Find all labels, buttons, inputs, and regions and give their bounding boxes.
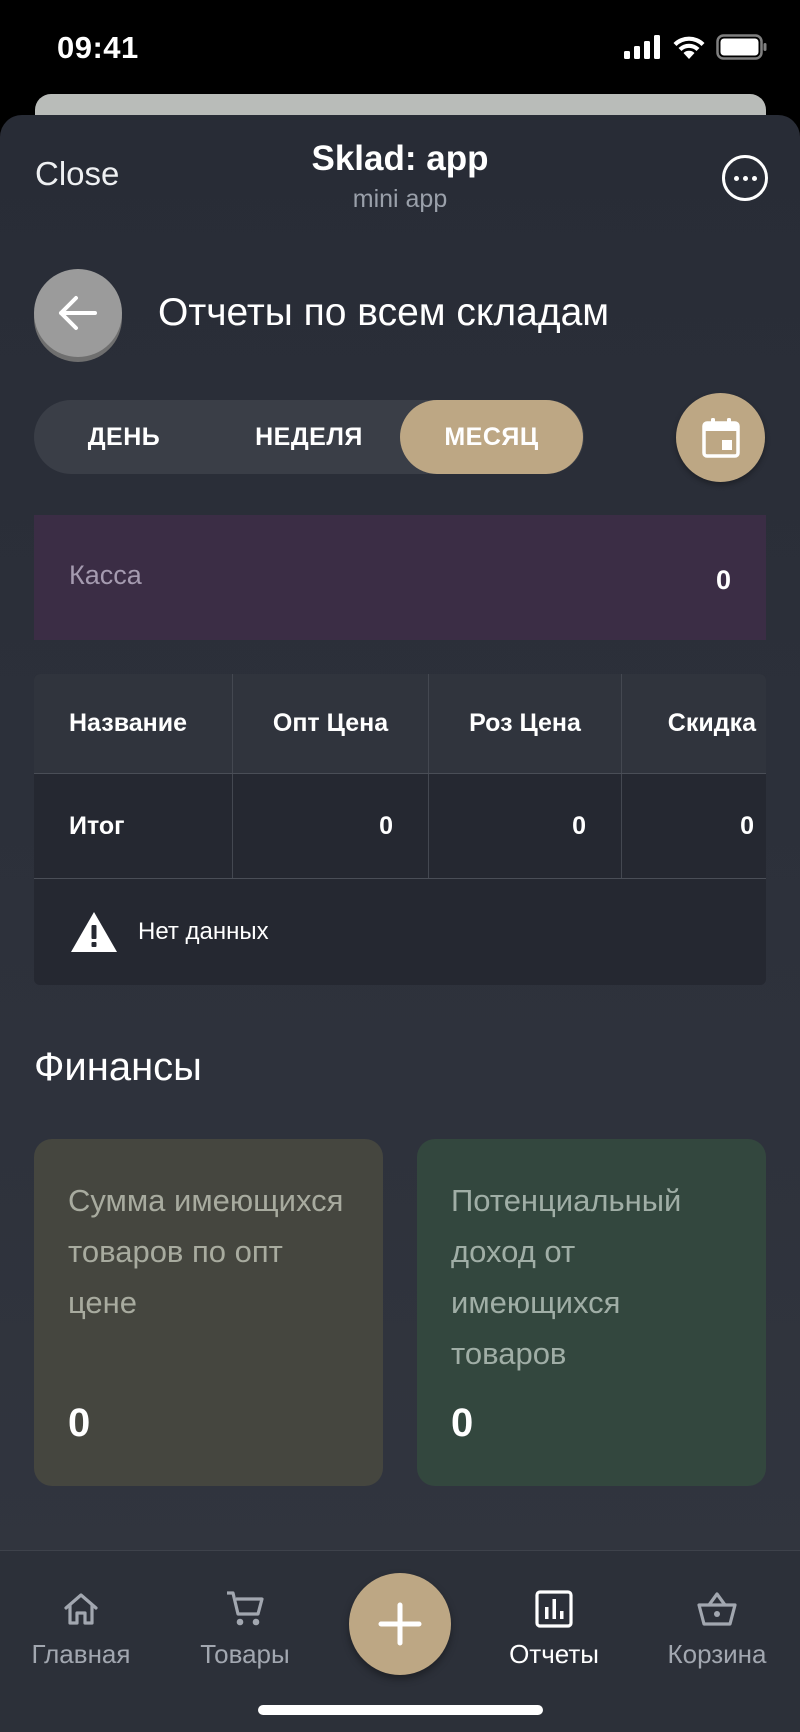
nav-label: Товары bbox=[200, 1639, 290, 1669]
more-dot-icon bbox=[733, 175, 739, 181]
finance-card-label: Потенциальный доход от имеющихся товаров bbox=[451, 1183, 682, 1371]
finance-card-value: 0 bbox=[68, 1401, 91, 1445]
column-header-name[interactable]: Название bbox=[34, 674, 233, 773]
nav-label: Корзина bbox=[667, 1639, 767, 1669]
add-button[interactable] bbox=[349, 1573, 451, 1675]
arrow-left-icon bbox=[59, 296, 97, 330]
nav-label: Отчеты bbox=[509, 1639, 599, 1669]
tab-month[interactable]: МЕСЯЦ bbox=[400, 400, 583, 474]
status-time: 09:41 bbox=[57, 30, 139, 65]
finance-card-potential-income: Потенциальный доход от имеющихся товаров… bbox=[417, 1139, 766, 1486]
nav-item-products[interactable]: Товары bbox=[165, 1587, 325, 1670]
column-header-discount[interactable]: Скидка bbox=[622, 674, 766, 773]
period-segmented-control: ДЕНЬ НЕДЕЛЯ МЕСЯЦ bbox=[34, 400, 584, 474]
wifi-icon bbox=[673, 36, 705, 59]
bar-chart-icon bbox=[535, 1590, 573, 1628]
column-header-wholesale-price[interactable]: Опт Цена bbox=[233, 674, 429, 773]
empty-state-text: Нет данных bbox=[138, 918, 269, 945]
signal-icon bbox=[624, 35, 660, 59]
nav-label: Главная bbox=[31, 1639, 131, 1669]
mini-app-sheet: Close Sklad: app mini app Отчеты по всем… bbox=[0, 115, 800, 1732]
table-header-row: Название Опт Цена Роз Цена Скидка bbox=[34, 674, 766, 774]
more-dot-icon bbox=[742, 175, 748, 181]
nav-item-home[interactable]: Главная bbox=[1, 1587, 161, 1670]
home-icon bbox=[64, 1593, 98, 1625]
report-table: Название Опт Цена Роз Цена Скидка Итог 0… bbox=[34, 674, 766, 985]
kassa-value: 0 bbox=[715, 565, 731, 595]
warning-icon bbox=[71, 912, 117, 952]
page-title: Отчеты по всем складам bbox=[158, 291, 610, 334]
column-header-retail-price[interactable]: Роз Цена bbox=[429, 674, 622, 773]
tab-week[interactable]: НЕДЕЛЯ bbox=[214, 400, 404, 474]
home-indicator bbox=[258, 1705, 543, 1715]
battery-icon bbox=[716, 34, 767, 60]
nav-item-basket[interactable]: Корзина bbox=[637, 1587, 797, 1670]
total-retail: 0 bbox=[429, 774, 622, 878]
nav-item-reports[interactable]: Отчеты bbox=[474, 1587, 634, 1670]
total-wholesale: 0 bbox=[233, 774, 429, 878]
finance-card-label: Сумма имеющихся товаров по опт цене bbox=[68, 1183, 344, 1320]
more-dot-icon bbox=[751, 175, 757, 181]
mini-app-header: Close Sklad: app mini app bbox=[0, 115, 800, 225]
mini-app-title: Sklad: app bbox=[311, 139, 489, 178]
total-discount: 0 bbox=[740, 811, 754, 840]
calendar-icon bbox=[701, 417, 740, 458]
finance-card-wholesale-sum: Сумма имеющихся товаров по опт цене 0 bbox=[34, 1139, 383, 1486]
calendar-button[interactable] bbox=[676, 393, 765, 482]
finance-section-title: Финансы bbox=[34, 1045, 202, 1089]
kassa-card: Касса 0 bbox=[34, 515, 766, 640]
back-button[interactable] bbox=[34, 269, 122, 357]
plus-icon bbox=[378, 1602, 422, 1646]
table-total-row: Итог 0 0 0 bbox=[34, 774, 766, 879]
basket-icon bbox=[697, 1592, 737, 1626]
status-bar: 09:41 bbox=[0, 0, 800, 100]
kassa-label: Касса bbox=[69, 560, 142, 590]
empty-state: Нет данных bbox=[34, 879, 766, 985]
total-label: Итог bbox=[34, 774, 233, 878]
more-options-button[interactable] bbox=[722, 155, 768, 201]
finance-card-value: 0 bbox=[451, 1401, 474, 1445]
cart-icon bbox=[227, 1591, 264, 1626]
tab-day[interactable]: ДЕНЬ bbox=[34, 400, 214, 474]
mini-app-subtitle: mini app bbox=[352, 185, 448, 213]
status-icons bbox=[624, 34, 768, 60]
